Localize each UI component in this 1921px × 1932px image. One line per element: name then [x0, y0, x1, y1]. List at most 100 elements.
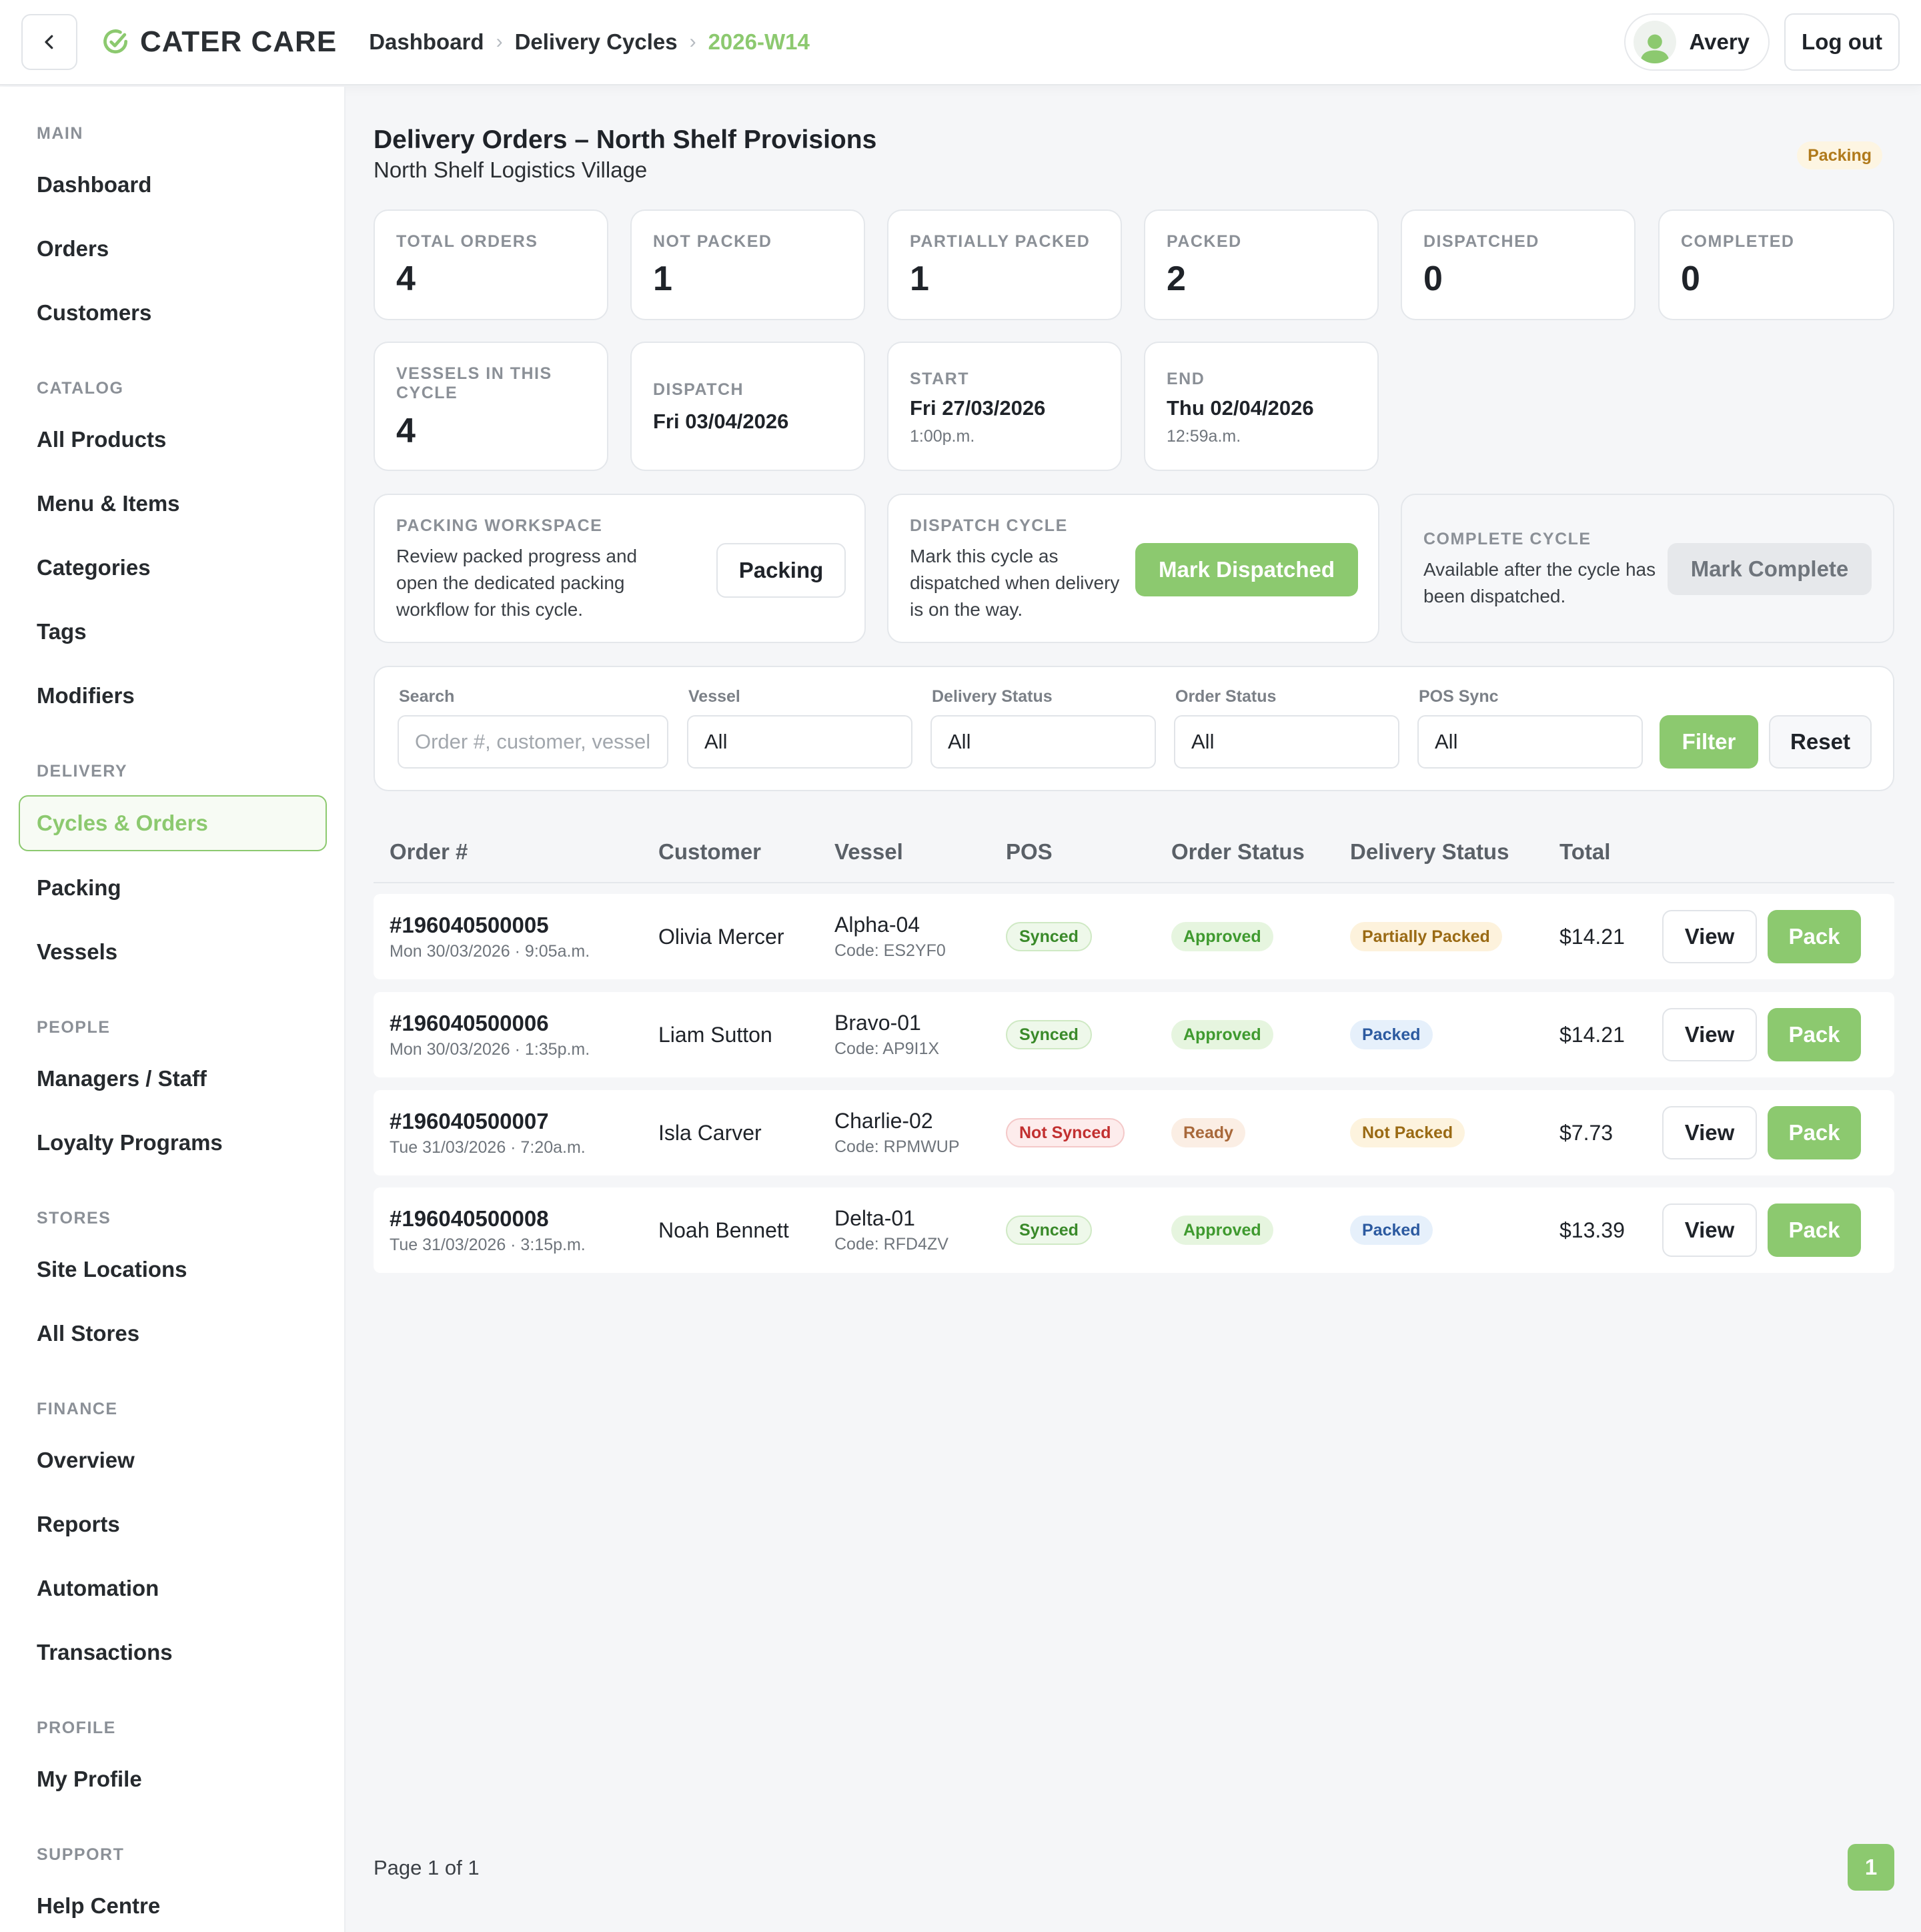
sidebar-item-overview[interactable]: Overview: [37, 1448, 135, 1473]
status-badge: Packing: [1797, 141, 1882, 169]
packing-button[interactable]: Packing: [716, 543, 846, 598]
action-card-title: DISPATCH CYCLE: [910, 516, 1068, 535]
vessel-select[interactable]: All: [687, 715, 912, 769]
breadcrumb-separator: ›: [496, 31, 503, 53]
sidebar-item-dashboard[interactable]: Dashboard: [37, 172, 151, 197]
back-button[interactable]: [21, 14, 77, 70]
order-total: $14.21: [1559, 1023, 1625, 1047]
dispatch-cycle-card: DISPATCH CYCLE Mark this cycle as dispat…: [887, 494, 1379, 643]
order-cell: #196040500005 Mon 30/03/2026 · 9:05a.m.: [390, 913, 590, 961]
mark-dispatched-button[interactable]: Mark Dispatched: [1135, 543, 1358, 596]
stat-card-not-packed: NOT PACKED 1: [630, 209, 865, 320]
breadcrumb-separator: ›: [689, 31, 696, 53]
order-date: Tue 31/03/2026 · 7:20a.m.: [390, 1138, 586, 1157]
chevron-left-icon: [45, 35, 53, 49]
delivery-status-badge: Not Packed: [1350, 1118, 1465, 1147]
stat-value: 0: [1681, 260, 1700, 298]
filter-button[interactable]: Filter: [1660, 715, 1758, 769]
view-order-button[interactable]: View: [1662, 1008, 1757, 1061]
sidebar-item-transactions[interactable]: Transactions: [37, 1640, 173, 1665]
user-name: Avery: [1689, 29, 1750, 54]
table-row[interactable]: #196040500008 Tue 31/03/2026 · 3:15p.m. …: [374, 1187, 1894, 1273]
pos-status-badge: Synced: [1006, 1216, 1092, 1245]
mark-complete-button[interactable]: Mark Complete: [1668, 543, 1872, 595]
sidebar-item-menu-items[interactable]: Menu & Items: [37, 491, 180, 516]
sidebar-item-categories[interactable]: Categories: [37, 555, 151, 580]
sidebar-item-tags[interactable]: Tags: [37, 619, 87, 644]
sidebar-item-automation[interactable]: Automation: [37, 1576, 159, 1601]
sidebar-item-vessels[interactable]: Vessels: [37, 939, 117, 965]
sidebar-section-support: SUPPORT: [37, 1845, 125, 1864]
stat-value: 1: [910, 260, 929, 298]
stat-value: 0: [1423, 260, 1443, 298]
delivery-status-select[interactable]: All: [930, 715, 1156, 769]
pack-order-button[interactable]: Pack: [1768, 1203, 1861, 1257]
table-row[interactable]: #196040500005 Mon 30/03/2026 · 9:05a.m. …: [374, 894, 1894, 979]
sidebar-item-all-products[interactable]: All Products: [37, 427, 166, 452]
stat-value: 2: [1167, 260, 1186, 298]
brand-name: CATER CARE: [140, 25, 338, 58]
column-header-vessel[interactable]: Vessel: [834, 839, 903, 865]
order-date: Mon 30/03/2026 · 9:05a.m.: [390, 942, 590, 961]
delivery-status-label: Delivery Status: [932, 687, 1053, 706]
info-card-vessels: VESSELS IN THIS CYCLE 4: [374, 342, 608, 471]
order-number[interactable]: #196040500006: [390, 1011, 590, 1036]
logout-button[interactable]: Log out: [1784, 13, 1900, 71]
breadcrumb-dashboard[interactable]: Dashboard: [369, 29, 484, 55]
sidebar-item-help-centre[interactable]: Help Centre: [37, 1893, 160, 1919]
vessel-name: Alpha-04: [834, 913, 920, 937]
user-menu[interactable]: Avery: [1624, 13, 1770, 71]
column-header-customer[interactable]: Customer: [658, 839, 761, 865]
order-number[interactable]: #196040500007: [390, 1109, 586, 1134]
page-button-1[interactable]: 1: [1848, 1844, 1894, 1891]
breadcrumb-delivery-cycles[interactable]: Delivery Cycles: [515, 29, 678, 55]
column-header-delivery-status[interactable]: Delivery Status: [1350, 839, 1509, 865]
pack-order-button[interactable]: Pack: [1768, 1008, 1861, 1061]
stat-card-dispatched: DISPATCHED 0: [1401, 209, 1636, 320]
sidebar-item-customers[interactable]: Customers: [37, 300, 151, 326]
pack-order-button[interactable]: Pack: [1768, 910, 1861, 963]
info-card-dispatch: DISPATCH Fri 03/04/2026: [630, 342, 865, 471]
table-row[interactable]: #196040500007 Tue 31/03/2026 · 7:20a.m. …: [374, 1090, 1894, 1175]
delivery-status-badge: Partially Packed: [1350, 922, 1502, 951]
column-header-order[interactable]: Order #: [390, 839, 468, 865]
order-number[interactable]: #196040500008: [390, 1206, 586, 1232]
reset-button[interactable]: Reset: [1769, 715, 1872, 769]
column-header-total[interactable]: Total: [1559, 839, 1610, 865]
order-number[interactable]: #196040500005: [390, 913, 590, 938]
order-cell: #196040500007 Tue 31/03/2026 · 7:20a.m.: [390, 1109, 586, 1157]
order-status-select[interactable]: All: [1174, 715, 1399, 769]
sidebar-item-cycles-orders[interactable]: Cycles & Orders: [19, 795, 327, 851]
view-order-button[interactable]: View: [1662, 1106, 1757, 1159]
column-header-order-status[interactable]: Order Status: [1171, 839, 1305, 865]
sidebar-item-managers-staff[interactable]: Managers / Staff: [37, 1066, 207, 1091]
view-order-button[interactable]: View: [1662, 910, 1757, 963]
order-date: Mon 30/03/2026 · 1:35p.m.: [390, 1040, 590, 1059]
sidebar-item-reports[interactable]: Reports: [37, 1512, 120, 1537]
vessel-code: Code: ES2YF0: [834, 941, 946, 960]
stat-card-packed: PACKED 2: [1144, 209, 1379, 320]
sidebar-item-packing[interactable]: Packing: [37, 875, 121, 901]
sidebar-item-my-profile[interactable]: My Profile: [37, 1767, 142, 1792]
search-input[interactable]: [398, 715, 668, 769]
vessel-label: Vessel: [688, 687, 740, 706]
start-date: Fri 27/03/2026: [910, 396, 1046, 420]
sidebar-item-all-stores[interactable]: All Stores: [37, 1321, 139, 1346]
order-date: Tue 31/03/2026 · 3:15p.m.: [390, 1236, 586, 1254]
info-label: START: [910, 370, 969, 388]
sidebar-item-orders[interactable]: Orders: [37, 236, 109, 262]
pack-order-button[interactable]: Pack: [1768, 1106, 1861, 1159]
sidebar-item-site-locations[interactable]: Site Locations: [37, 1257, 187, 1282]
sidebar-item-loyalty-programs[interactable]: Loyalty Programs: [37, 1130, 223, 1155]
view-order-button[interactable]: View: [1662, 1203, 1757, 1257]
brand-logo[interactable]: CATER CARE: [101, 25, 337, 59]
pos-sync-select[interactable]: All: [1417, 715, 1643, 769]
vessel-code: Code: RPMWUP: [834, 1137, 960, 1156]
user-icon: [1640, 34, 1670, 63]
sidebar-section-delivery: DELIVERY: [37, 762, 128, 781]
sidebar-item-modifiers[interactable]: Modifiers: [37, 683, 135, 708]
vessel-cell: Bravo-01 Code: AP9I1X: [834, 1011, 939, 1059]
vessel-cell: Delta-01 Code: RFD4ZV: [834, 1206, 948, 1254]
table-row[interactable]: #196040500006 Mon 30/03/2026 · 1:35p.m. …: [374, 992, 1894, 1077]
column-header-pos[interactable]: POS: [1006, 839, 1053, 865]
